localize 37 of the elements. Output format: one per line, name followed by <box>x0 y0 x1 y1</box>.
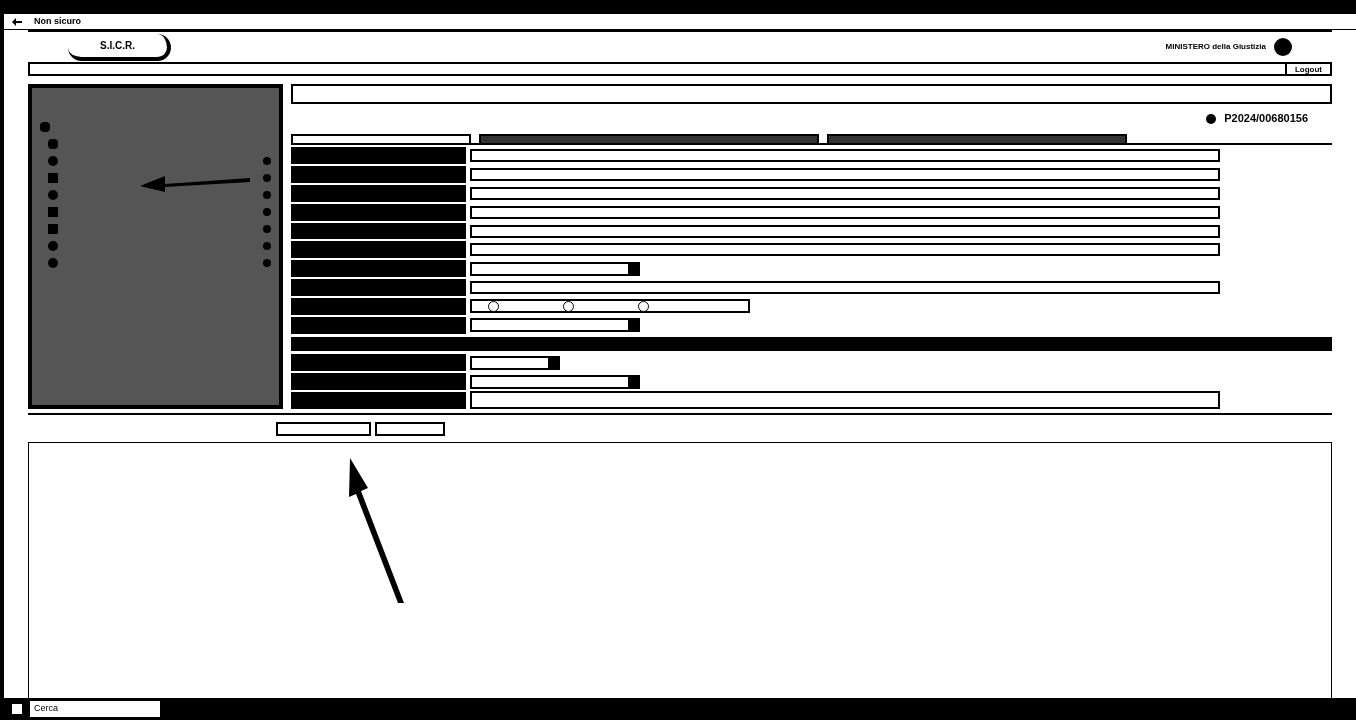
address-bar[interactable]: Non sicuro <box>30 15 1348 28</box>
caret-icon <box>628 263 638 274</box>
caret-icon <box>628 320 638 331</box>
caret-icon <box>628 376 638 387</box>
ministry-name: MINISTERO della Giustizia <box>1165 41 1266 53</box>
form-tab[interactable] <box>479 133 819 144</box>
input-field[interactable] <box>470 149 1220 163</box>
start-icon[interactable] <box>12 704 22 714</box>
radio-button[interactable] <box>488 300 499 312</box>
security-label: Non sicuro <box>33 14 82 28</box>
search-placeholder: Cerca <box>34 702 58 716</box>
radio-button[interactable] <box>563 300 574 312</box>
dropdown[interactable] <box>470 374 640 389</box>
back-arrow-icon[interactable] <box>12 17 22 26</box>
date-field[interactable] <box>470 355 560 370</box>
form-tab[interactable] <box>827 133 1127 144</box>
input-field[interactable] <box>470 186 1220 200</box>
emblem-icon <box>1274 38 1292 56</box>
action-button[interactable] <box>375 421 445 436</box>
action-button[interactable] <box>276 421 371 436</box>
input-field[interactable] <box>470 205 1220 219</box>
radio-group[interactable] <box>470 299 750 314</box>
input-field[interactable] <box>470 243 1220 257</box>
text-area[interactable] <box>470 391 1220 410</box>
dropdown[interactable] <box>470 318 640 333</box>
radio-button[interactable] <box>638 300 649 312</box>
form-tab[interactable] <box>291 133 471 144</box>
input-field[interactable] <box>470 224 1220 238</box>
input-field[interactable] <box>470 168 1220 182</box>
logout-button[interactable]: Logout <box>1284 64 1330 74</box>
logo: S.I.C.R. <box>68 33 171 61</box>
search-box[interactable]: Cerca <box>30 701 160 717</box>
dropdown[interactable] <box>470 261 640 276</box>
input-field[interactable] <box>470 281 1220 294</box>
calendar-icon <box>548 357 558 368</box>
record-number: P2024/00680156 <box>1224 111 1308 127</box>
record-icon <box>1206 113 1217 124</box>
